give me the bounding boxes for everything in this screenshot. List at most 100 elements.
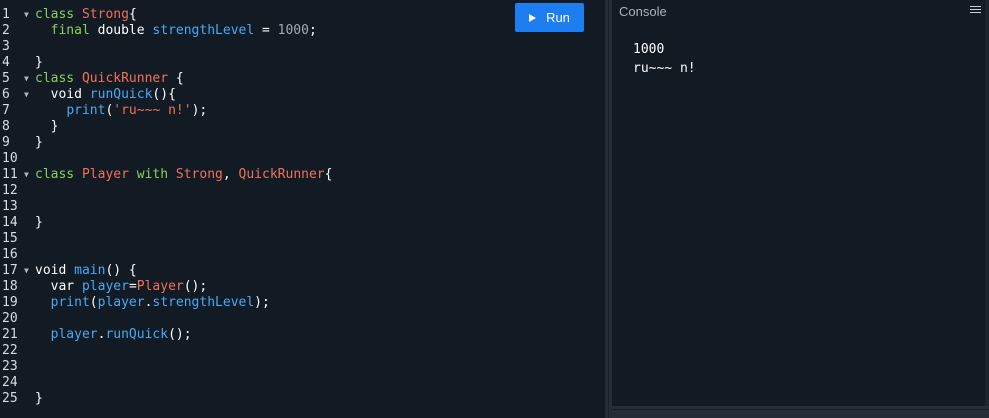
code-token: } bbox=[35, 55, 43, 70]
code-line[interactable]: 20 bbox=[0, 311, 605, 327]
code-token: QuickRunner bbox=[81, 71, 169, 86]
line-number: 20 bbox=[2, 311, 18, 326]
code-token: void bbox=[35, 87, 90, 102]
code-line[interactable]: 6 ▼ void runQuick(){ bbox=[0, 87, 605, 103]
code-line[interactable]: 14} bbox=[0, 215, 605, 231]
fold-toggle-icon[interactable]: ▼ bbox=[24, 167, 29, 183]
code-token: main bbox=[74, 263, 106, 278]
line-number: 1 bbox=[2, 7, 10, 22]
fold-toggle-icon[interactable]: ▼ bbox=[24, 87, 29, 103]
code-text: class Strong{ bbox=[35, 7, 137, 23]
console-panel: Console 1000 ru~~~ n! bbox=[612, 0, 989, 418]
line-number: 18 bbox=[2, 279, 18, 294]
code-line[interactable]: 22 bbox=[0, 343, 605, 359]
line-number: 21 bbox=[2, 327, 18, 342]
run-button[interactable]: Run bbox=[515, 3, 584, 32]
line-number: 24 bbox=[2, 375, 18, 390]
line-number: 15 bbox=[2, 231, 18, 246]
code-lines[interactable]: 1 ▼ class Strong{2 final double strengthLe… bbox=[0, 7, 605, 407]
line-number: 3 bbox=[2, 39, 10, 54]
code-token: final bbox=[35, 23, 98, 38]
code-token: (){ bbox=[152, 87, 176, 102]
code-text: void runQuick(){ bbox=[35, 87, 176, 103]
code-token: { bbox=[168, 71, 184, 86]
code-editor[interactable]: 1 ▼ class Strong{2 final double strengthLe… bbox=[0, 0, 605, 418]
code-token: ); bbox=[191, 103, 208, 118]
code-line[interactable]: 9} bbox=[0, 135, 605, 151]
code-line[interactable]: 3 bbox=[0, 39, 605, 55]
code-token: strengthLevel bbox=[152, 23, 255, 38]
code-token: QuickRunner bbox=[238, 167, 325, 182]
code-line[interactable]: 13 bbox=[0, 199, 605, 215]
console-scrollbar[interactable] bbox=[985, 0, 989, 418]
code-text: } bbox=[35, 391, 43, 407]
code-token: } bbox=[35, 119, 59, 134]
code-line[interactable]: 17 ▼ void main() { bbox=[0, 263, 605, 279]
code-token: Strong bbox=[175, 167, 223, 182]
code-line[interactable]: 19 print(player.strengthLevel); bbox=[0, 295, 605, 311]
code-line[interactable]: 23 bbox=[0, 359, 605, 375]
code-token: (); bbox=[168, 327, 192, 342]
line-number: 7 bbox=[2, 103, 10, 118]
code-token: runQuick bbox=[89, 87, 153, 102]
code-text: } bbox=[35, 55, 43, 71]
code-text: print('ru~~~ n!'); bbox=[35, 103, 207, 119]
code-token: ); bbox=[254, 295, 270, 310]
code-token: class bbox=[35, 7, 82, 22]
code-line[interactable]: 11 ▼ class Player with Strong, QuickRunner… bbox=[0, 167, 605, 183]
play-icon bbox=[529, 13, 537, 22]
code-token: Strong bbox=[81, 7, 129, 22]
line-number: 17 bbox=[2, 263, 18, 278]
code-line[interactable]: 8 } bbox=[0, 119, 605, 135]
code-text: void main() { bbox=[35, 263, 137, 279]
code-token: { bbox=[324, 167, 333, 182]
code-line[interactable]: 16 bbox=[0, 247, 605, 263]
code-token: strengthLevel bbox=[152, 295, 255, 310]
code-line[interactable]: 12 bbox=[0, 183, 605, 199]
code-token: , bbox=[222, 167, 239, 182]
line-number: 22 bbox=[2, 343, 18, 358]
fold-toggle-icon[interactable]: ▼ bbox=[24, 7, 29, 23]
code-line[interactable]: 15 bbox=[0, 231, 605, 247]
code-line[interactable]: 24 bbox=[0, 375, 605, 391]
code-token: { bbox=[128, 7, 137, 22]
console-output: 1000 ru~~~ n! bbox=[633, 40, 696, 78]
line-number: 16 bbox=[2, 247, 18, 262]
fold-toggle-icon[interactable]: ▼ bbox=[24, 263, 29, 279]
code-token: 'ru~~~ n!' bbox=[113, 103, 192, 118]
code-line[interactable]: 21 player.runQuick(); bbox=[0, 327, 605, 343]
code-line[interactable]: 5 ▼ class QuickRunner { bbox=[0, 71, 605, 87]
code-token: class bbox=[35, 167, 82, 182]
code-text: class Player with Strong, QuickRunner{ bbox=[35, 167, 332, 183]
code-text: } bbox=[35, 215, 43, 231]
code-line[interactable]: 10 bbox=[0, 151, 605, 167]
console-output-line: 1000 bbox=[633, 42, 665, 57]
code-text: } bbox=[35, 119, 59, 135]
line-number: 6 bbox=[2, 87, 10, 102]
code-token: } bbox=[35, 215, 43, 230]
console-title: Console bbox=[619, 4, 667, 19]
code-line[interactable]: 4} bbox=[0, 55, 605, 71]
fold-toggle-icon[interactable]: ▼ bbox=[24, 71, 29, 87]
line-number: 2 bbox=[2, 23, 10, 38]
code-token: 1000 bbox=[277, 23, 309, 38]
panel-splitter[interactable] bbox=[605, 0, 612, 418]
code-token: ( bbox=[89, 295, 98, 310]
code-text: class QuickRunner { bbox=[35, 71, 184, 87]
code-line[interactable]: 7 print('ru~~~ n!'); bbox=[0, 103, 605, 119]
console-bottom-splitter[interactable] bbox=[612, 406, 989, 418]
code-token: Player bbox=[81, 167, 137, 182]
code-line[interactable]: 18 var player=Player(); bbox=[0, 279, 605, 295]
line-number: 19 bbox=[2, 295, 18, 310]
code-token: runQuick bbox=[105, 327, 169, 342]
code-token: } bbox=[35, 135, 43, 150]
code-text: var player=Player(); bbox=[35, 279, 208, 295]
code-text: player.runQuick(); bbox=[35, 327, 192, 343]
menu-icon[interactable] bbox=[970, 6, 981, 15]
line-number: 8 bbox=[2, 119, 10, 134]
code-line[interactable]: 25} bbox=[0, 391, 605, 407]
line-number: 4 bbox=[2, 55, 10, 70]
line-number: 10 bbox=[2, 151, 18, 166]
